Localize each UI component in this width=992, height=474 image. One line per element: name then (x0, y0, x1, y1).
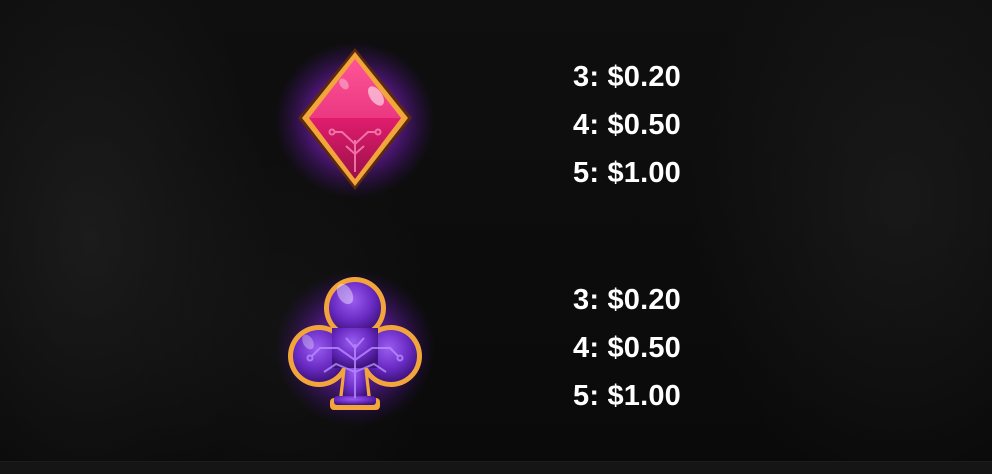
payout-3-of-a-kind: 3: $0.20 (573, 284, 682, 316)
diamond-suit-icon (272, 40, 438, 200)
payout-list: 3: $0.20 4: $0.50 5: $1.00 (573, 53, 681, 197)
payout-5-of-a-kind: 5: $1.00 (573, 157, 682, 189)
payout-4-of-a-kind: 4: $0.50 (573, 332, 682, 364)
paytable-row-club: 3: $0.20 4: $0.50 5: $1.00 (0, 268, 992, 428)
club-suit-icon (272, 268, 438, 428)
payout-list: 3: $0.20 4: $0.50 5: $1.00 (573, 276, 681, 420)
payout-3-of-a-kind: 3: $0.20 (573, 61, 682, 93)
payout-4-of-a-kind: 4: $0.50 (573, 109, 682, 141)
paytable-row-diamond: 3: $0.20 4: $0.50 5: $1.00 (0, 40, 992, 200)
bottom-bar (0, 461, 992, 474)
payout-5-of-a-kind: 5: $1.00 (573, 380, 682, 412)
